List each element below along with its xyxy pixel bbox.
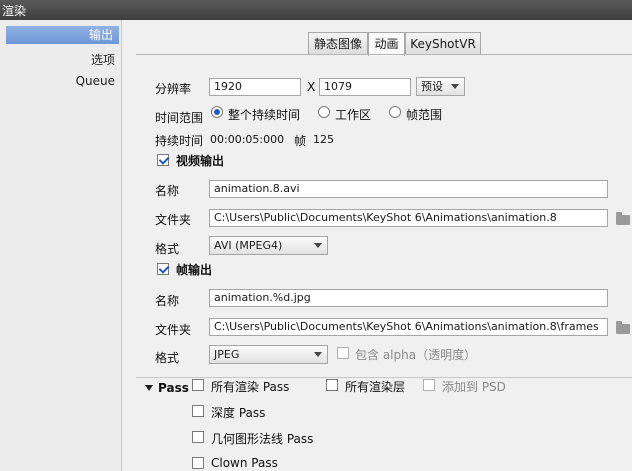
video-format-dropdown[interactable]: AVI (MPEG4) (209, 236, 328, 255)
sidebar-item-queue[interactable]: Queue (76, 74, 115, 88)
duration-value: 00:00:05:000 (210, 133, 285, 146)
chevron-down-icon (451, 84, 459, 89)
video-name-input[interactable]: animation.8.avi (209, 180, 608, 198)
resolution-x: X (307, 80, 316, 94)
frame-output-label: 帧输出 (176, 263, 213, 277)
sidebar-item-output[interactable]: 输出 (6, 26, 119, 44)
all-render-layers-checkbox[interactable] (326, 379, 338, 391)
folder-icon[interactable] (616, 212, 630, 225)
chevron-down-icon (314, 243, 322, 248)
add-to-psd-label: 添加到 PSD (442, 380, 506, 394)
duration-label: 持续时间 (155, 134, 204, 148)
video-output-checkbox[interactable] (157, 154, 169, 166)
radio-full-duration-label: 整个持续时间 (228, 108, 301, 122)
sidebar: 输出 选项 Queue (0, 20, 122, 471)
radio-frame-range-label: 帧范围 (406, 108, 443, 122)
collapse-triangle-icon[interactable] (145, 385, 153, 391)
folder-icon[interactable] (616, 321, 630, 334)
tab-keyshotvr[interactable]: KeyShotVR (405, 32, 481, 55)
video-name-label: 名称 (155, 184, 180, 198)
height-input[interactable]: 1079 (319, 78, 411, 96)
all-render-pass-checkbox[interactable] (192, 379, 204, 391)
width-input[interactable]: 1920 (209, 78, 301, 96)
radio-full-duration[interactable] (211, 106, 223, 118)
all-render-layers-label: 所有渲染层 (345, 380, 406, 394)
all-render-pass-label: 所有渲染 Pass (211, 380, 290, 394)
title-bar: 渲染 (0, 0, 632, 20)
resolution-label: 分辨率 (155, 82, 192, 96)
frame-name-label: 名称 (155, 294, 180, 308)
video-folder-label: 文件夹 (155, 213, 192, 227)
frames-value: 125 (313, 133, 334, 146)
add-to-psd-checkbox[interactable] (423, 379, 435, 391)
time-range-label: 时间范围 (155, 111, 204, 125)
tab-animation[interactable]: 动画 (368, 32, 405, 56)
frame-folder-input[interactable]: C:\Users\Public\Documents\KeyShot 6\Anim… (209, 318, 608, 336)
video-format-label: 格式 (155, 242, 180, 256)
radio-frame-range[interactable] (389, 106, 401, 118)
clown-pass-label: Clown Pass (211, 456, 278, 470)
frame-format-dropdown[interactable]: JPEG (209, 345, 328, 364)
clown-pass-checkbox[interactable] (192, 457, 204, 469)
main-panel: 静态图像 动画 KeyShotVR 分辨率 1920 X 1079 预设 时间范… (122, 20, 632, 471)
preset-dropdown[interactable]: 预设 (416, 77, 465, 96)
radio-work-area[interactable] (318, 106, 330, 118)
tab-still-image[interactable]: 静态图像 (308, 32, 368, 55)
window-title: 渲染 (2, 4, 27, 18)
sidebar-item-options[interactable]: 选项 (91, 51, 115, 68)
frames-label: 帧 (294, 134, 307, 148)
frame-format-value: JPEG (214, 348, 240, 361)
frame-name-input[interactable]: animation.%d.jpg (209, 289, 608, 307)
video-format-value: AVI (MPEG4) (214, 239, 283, 252)
video-folder-input[interactable]: C:\Users\Public\Documents\KeyShot 6\Anim… (209, 209, 608, 227)
preset-label: 预设 (421, 80, 443, 93)
frame-output-checkbox[interactable] (157, 263, 169, 275)
tab-divider (136, 54, 632, 55)
depth-pass-checkbox[interactable] (192, 405, 204, 417)
chevron-down-icon (314, 352, 322, 357)
depth-pass-label: 深度 Pass (211, 406, 266, 420)
pass-label: Pass (158, 381, 189, 395)
alpha-checkbox[interactable] (337, 347, 349, 359)
normals-pass-label: 几何图形法线 Pass (211, 432, 314, 446)
radio-work-area-label: 工作区 (335, 108, 372, 122)
normals-pass-checkbox[interactable] (192, 431, 204, 443)
video-output-label: 视频输出 (176, 154, 225, 168)
frame-format-label: 格式 (155, 351, 180, 365)
frame-folder-label: 文件夹 (155, 323, 192, 337)
alpha-label: 包含 alpha（透明度） (355, 348, 477, 362)
